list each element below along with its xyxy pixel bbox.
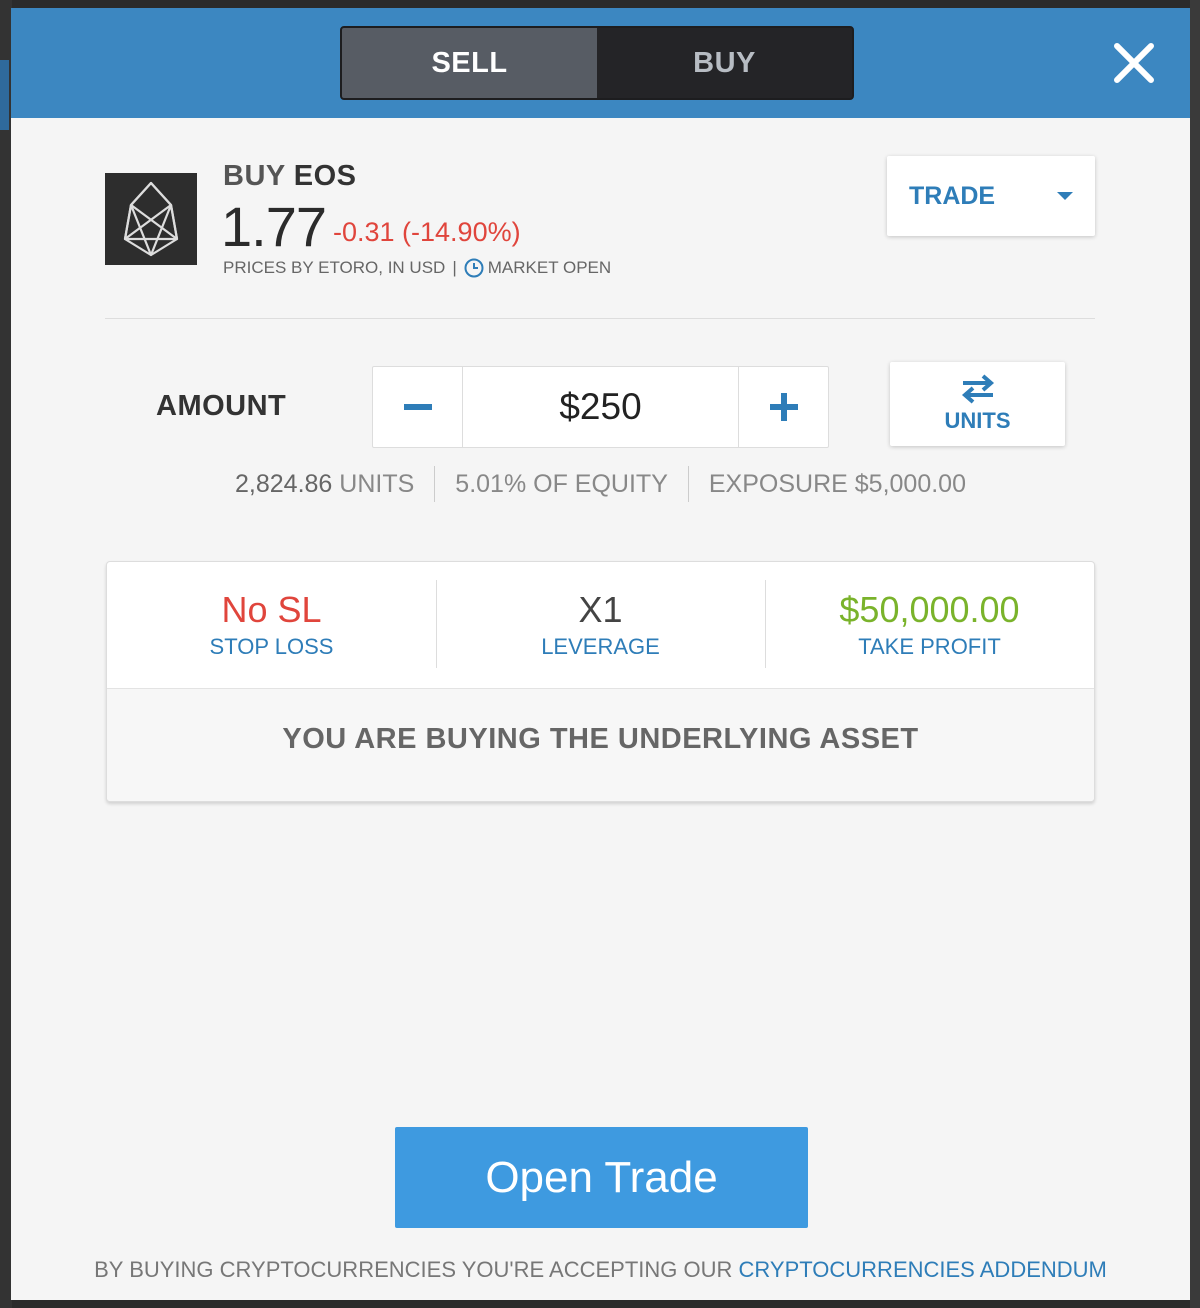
underlying-asset-notice: YOU ARE BUYING THE UNDERLYING ASSET: [107, 689, 1094, 801]
leverage-value: X1: [578, 589, 623, 631]
buy-tab[interactable]: BUY: [597, 28, 852, 98]
sell-buy-toggle: SELL BUY: [340, 26, 854, 100]
units-label: UNITS: [339, 469, 415, 498]
equity-summary: 5.01% OF EQUITY: [435, 470, 688, 499]
take-profit-setting[interactable]: $50,000.00 TAKE PROFIT: [765, 562, 1094, 688]
caret-down-icon: [1057, 192, 1073, 200]
amount-input[interactable]: [463, 386, 738, 428]
price-source: PRICES BY ETORO, IN USD: [223, 258, 446, 277]
leverage-label: LEVERAGE: [541, 633, 660, 659]
sell-tab[interactable]: SELL: [342, 28, 597, 98]
trade-dialog: SELL BUY BUY EOS 1.77 -0.31 (-14.90%) PR…: [11, 8, 1190, 1300]
units-value: 2,824.86: [235, 469, 333, 498]
plus-icon: [769, 393, 798, 421]
market-status: MARKET OPEN: [487, 258, 612, 277]
stop-loss-setting[interactable]: No SL STOP LOSS: [107, 562, 436, 688]
amount-label: AMOUNT: [156, 390, 287, 422]
take-profit-value: $50,000.00: [839, 589, 1020, 631]
equity-label: OF EQUITY: [533, 469, 668, 498]
disclaimer: BY BUYING CRYPTOCURRENCIES YOU'RE ACCEPT…: [11, 1257, 1190, 1283]
background-accent: [0, 60, 9, 130]
asset-symbol: EOS: [293, 160, 357, 192]
background-window-edge-right: [1190, 0, 1200, 1308]
exposure-value: $5,000.00: [854, 469, 966, 498]
crypto-addendum-link[interactable]: CRYPTOCURRENCIES ADDENDUM: [739, 1257, 1107, 1282]
dialog-header: SELL BUY: [11, 8, 1190, 118]
take-profit-label: TAKE PROFIT: [858, 633, 1001, 659]
exposure-label: EXPOSURE: [708, 469, 848, 498]
clock-icon: [464, 258, 484, 278]
increase-amount-button[interactable]: [738, 367, 828, 447]
order-type-dropdown[interactable]: TRADE: [887, 156, 1095, 236]
divider: [105, 318, 1095, 319]
risk-settings-row: No SL STOP LOSS X1 LEVERAGE $50,000.00 T…: [107, 562, 1094, 689]
position-summary: 2,824.86 UNITS 5.01% OF EQUITY EXPOSURE …: [11, 466, 1190, 502]
units-toggle-label: UNITS: [944, 408, 1011, 433]
asset-title: BUY EOS: [223, 160, 357, 193]
disclaimer-text: BY BUYING CRYPTOCURRENCIES YOU'RE ACCEPT…: [94, 1257, 733, 1282]
units-summary: 2,824.86 UNITS: [215, 470, 434, 499]
amount-stepper: [372, 366, 829, 448]
exposure-summary: EXPOSURE $5,000.00: [689, 470, 986, 499]
equity-value: 5.01%: [455, 469, 527, 498]
eos-logo-icon: [105, 173, 197, 265]
price-change: -0.31 (-14.90%): [333, 217, 521, 247]
close-icon[interactable]: [1111, 40, 1157, 86]
units-toggle-button[interactable]: UNITS: [890, 362, 1065, 446]
meta-separator: |: [452, 258, 457, 277]
order-type-label: TRADE: [909, 181, 996, 210]
minus-icon: [403, 404, 432, 410]
asset-action: BUY: [223, 160, 286, 192]
leverage-setting[interactable]: X1 LEVERAGE: [436, 562, 765, 688]
asset-price: 1.77: [221, 195, 327, 258]
stop-loss-label: STOP LOSS: [209, 633, 334, 659]
risk-settings-card: No SL STOP LOSS X1 LEVERAGE $50,000.00 T…: [106, 561, 1095, 802]
amount-field-wrapper: [463, 367, 738, 447]
open-trade-button[interactable]: Open Trade: [395, 1127, 808, 1228]
decrease-amount-button[interactable]: [373, 367, 463, 447]
price-meta: PRICES BY ETORO, IN USD | MARKET OPEN: [223, 258, 611, 278]
stop-loss-value: No SL: [221, 589, 322, 631]
swap-arrows-icon: [961, 374, 994, 404]
